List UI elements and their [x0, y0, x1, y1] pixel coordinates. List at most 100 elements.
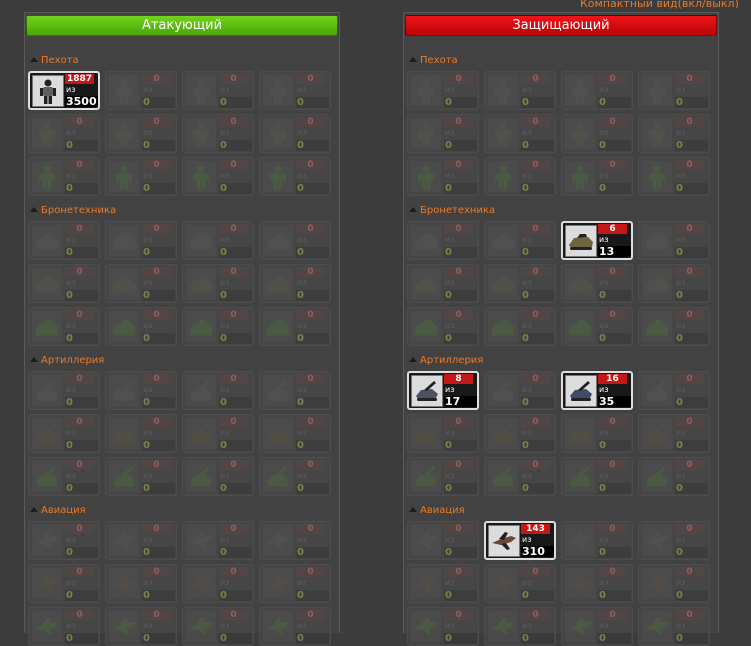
defender-unit-slot[interactable]: 0 из 0	[561, 414, 633, 453]
attacker-unit-slot[interactable]: 0 из 0	[259, 521, 331, 560]
defender-unit-slot[interactable]: 0 из 0	[638, 371, 710, 410]
collapse-triangle-icon[interactable]	[30, 507, 38, 512]
attacker-unit-slot[interactable]: 0 из 0	[182, 521, 254, 560]
attacker-unit-slot[interactable]: 0 из 0	[105, 564, 177, 603]
attacker-unit-slot[interactable]: 0 из 0	[259, 564, 331, 603]
attacker-unit-slot[interactable]: 0 из 0	[28, 521, 100, 560]
defender-unit-slot[interactable]: 0 из 0	[561, 607, 633, 646]
attacker-unit-slot[interactable]: 0 из 0	[105, 607, 177, 646]
defender-unit-slot[interactable]: 0 из 0	[407, 564, 479, 603]
attacker-unit-slot[interactable]: 0 из 0	[182, 114, 254, 153]
defender-unit-slot[interactable]: 0 из 0	[561, 114, 633, 153]
attacker-unit-slot[interactable]: 0 из 0	[28, 157, 100, 196]
collapse-triangle-icon[interactable]	[409, 357, 417, 362]
attacker-unit-slot[interactable]: 0 из 0	[259, 114, 331, 153]
attacker-unit-slot[interactable]: 0 из 0	[105, 457, 177, 496]
defender-unit-slot[interactable]: 0 из 0	[638, 157, 710, 196]
attacker-unit-slot[interactable]: 0 из 0	[105, 221, 177, 260]
collapse-triangle-icon[interactable]	[409, 207, 417, 212]
attacker-section-vehicle[interactable]: Бронетехника	[30, 205, 116, 217]
defender-unit-slot[interactable]: 0 из 0	[561, 264, 633, 303]
defender-unit-slot[interactable]: 0 из 0	[484, 221, 556, 260]
attacker-unit-slot[interactable]: 0 из 0	[28, 307, 100, 346]
attacker-unit-slot[interactable]: 0 из 0	[105, 157, 177, 196]
attacker-unit-slot[interactable]: 0 из 0	[259, 71, 331, 110]
defender-unit-slot[interactable]: 0 из 0	[561, 457, 633, 496]
defender-section-vehicle[interactable]: Бронетехника	[409, 205, 495, 217]
attacker-unit-slot[interactable]: 0 из 0	[28, 607, 100, 646]
defender-unit-slot[interactable]: 0 из 0	[561, 564, 633, 603]
defender-section-infantry[interactable]: Пехота	[409, 55, 458, 67]
defender-unit-slot[interactable]: 0 из 0	[484, 607, 556, 646]
defender-unit-slot[interactable]: 0 из 0	[484, 114, 556, 153]
defender-unit-slot[interactable]: 0 из 0	[638, 521, 710, 560]
attacker-unit-slot[interactable]: 0 из 0	[105, 307, 177, 346]
defender-unit-slot[interactable]: 0 из 0	[407, 71, 479, 110]
defender-unit-slot[interactable]: 0 из 0	[484, 564, 556, 603]
attacker-unit-slot[interactable]: 0 из 0	[28, 414, 100, 453]
defender-unit-slot[interactable]: 0 из 0	[638, 414, 710, 453]
attacker-unit-slot[interactable]: 0 из 0	[182, 221, 254, 260]
attacker-unit-slot[interactable]: 0 из 0	[259, 157, 331, 196]
attacker-unit-slot[interactable]: 0 из 0	[28, 371, 100, 410]
defender-unit-slot[interactable]: 0 из 0	[484, 457, 556, 496]
attacker-unit-slot[interactable]: 0 из 0	[105, 371, 177, 410]
attacker-unit-slot[interactable]: 0 из 0	[259, 221, 331, 260]
attacker-unit-slot[interactable]: 0 из 0	[182, 607, 254, 646]
defender-unit-slot[interactable]: 0 из 0	[638, 307, 710, 346]
defender-unit-slot[interactable]: 16 из 35	[561, 371, 633, 410]
defender-unit-slot[interactable]: 0 из 0	[484, 71, 556, 110]
defender-unit-slot[interactable]: 0 из 0	[407, 157, 479, 196]
defender-unit-slot[interactable]: 0 из 0	[407, 307, 479, 346]
attacker-unit-slot[interactable]: 0 из 0	[259, 607, 331, 646]
defender-unit-slot[interactable]: 0 из 0	[484, 264, 556, 303]
defender-section-artillery[interactable]: Артиллерия	[409, 355, 483, 367]
attacker-unit-slot[interactable]: 0 из 0	[28, 564, 100, 603]
defender-unit-slot[interactable]: 0 из 0	[484, 414, 556, 453]
defender-unit-slot[interactable]: 6 из 13	[561, 221, 633, 260]
collapse-triangle-icon[interactable]	[409, 57, 417, 62]
defender-unit-slot[interactable]: 0 из 0	[638, 457, 710, 496]
attacker-unit-slot[interactable]: 0 из 0	[28, 221, 100, 260]
defender-unit-slot[interactable]: 0 из 0	[484, 371, 556, 410]
attacker-unit-slot[interactable]: 0 из 0	[28, 114, 100, 153]
attacker-unit-slot[interactable]: 0 из 0	[105, 521, 177, 560]
compact-view-toggle[interactable]: Компактный вид(вкл/выкл)	[580, 0, 739, 10]
attacker-unit-slot[interactable]: 0 из 0	[259, 457, 331, 496]
attacker-unit-slot[interactable]: 0 из 0	[259, 414, 331, 453]
attacker-section-aircraft[interactable]: Авиация	[30, 505, 86, 517]
attacker-unit-slot[interactable]: 0 из 0	[182, 414, 254, 453]
defender-section-aircraft[interactable]: Авиация	[409, 505, 465, 517]
defender-unit-slot[interactable]: 0 из 0	[484, 157, 556, 196]
defender-unit-slot[interactable]: 0 из 0	[561, 521, 633, 560]
defender-unit-slot[interactable]: 143 из 310	[484, 521, 556, 560]
attacker-unit-slot[interactable]: 0 из 0	[182, 564, 254, 603]
defender-unit-slot[interactable]: 0 из 0	[638, 564, 710, 603]
defender-unit-slot[interactable]: 0 из 0	[484, 307, 556, 346]
attacker-unit-slot[interactable]: 0 из 0	[105, 114, 177, 153]
collapse-triangle-icon[interactable]	[30, 207, 38, 212]
collapse-triangle-icon[interactable]	[409, 507, 417, 512]
attacker-unit-slot[interactable]: 1887 из 3500	[28, 71, 100, 110]
defender-unit-slot[interactable]: 0 из 0	[407, 414, 479, 453]
defender-unit-slot[interactable]: 0 из 0	[407, 521, 479, 560]
attacker-unit-slot[interactable]: 0 из 0	[105, 264, 177, 303]
attacker-unit-slot[interactable]: 0 из 0	[182, 264, 254, 303]
defender-unit-slot[interactable]: 0 из 0	[561, 71, 633, 110]
attacker-unit-slot[interactable]: 0 из 0	[105, 414, 177, 453]
attacker-unit-slot[interactable]: 0 из 0	[182, 371, 254, 410]
defender-unit-slot[interactable]: 0 из 0	[638, 607, 710, 646]
defender-unit-slot[interactable]: 0 из 0	[638, 71, 710, 110]
attacker-unit-slot[interactable]: 0 из 0	[28, 264, 100, 303]
defender-unit-slot[interactable]: 0 из 0	[407, 457, 479, 496]
attacker-unit-slot[interactable]: 0 из 0	[182, 157, 254, 196]
attacker-unit-slot[interactable]: 0 из 0	[259, 264, 331, 303]
attacker-section-artillery[interactable]: Артиллерия	[30, 355, 104, 367]
attacker-unit-slot[interactable]: 0 из 0	[182, 307, 254, 346]
defender-unit-slot[interactable]: 0 из 0	[561, 157, 633, 196]
attacker-unit-slot[interactable]: 0 из 0	[182, 457, 254, 496]
defender-unit-slot[interactable]: 0 из 0	[638, 114, 710, 153]
defender-unit-slot[interactable]: 0 из 0	[407, 221, 479, 260]
attacker-unit-slot[interactable]: 0 из 0	[182, 71, 254, 110]
attacker-unit-slot[interactable]: 0 из 0	[259, 307, 331, 346]
